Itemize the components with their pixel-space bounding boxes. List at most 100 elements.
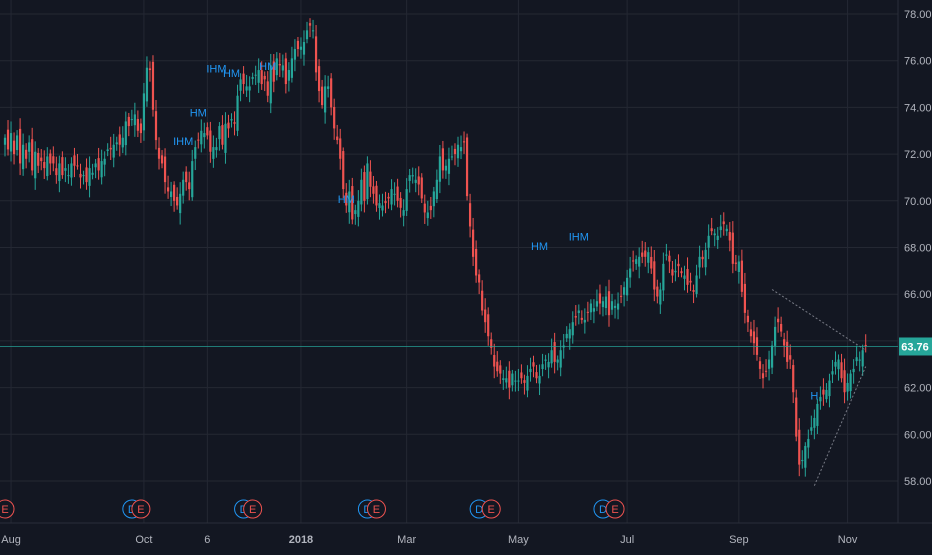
candle bbox=[215, 137, 218, 158]
earnings-marker[interactable]: E bbox=[605, 499, 625, 519]
candlestick-chart[interactable]: IHMHMIHMHMHMHMHMIHMH EDEDEDEDEDE 58.0060… bbox=[0, 0, 932, 550]
candle bbox=[330, 73, 333, 116]
candle bbox=[571, 311, 574, 344]
candle bbox=[686, 257, 689, 293]
candle bbox=[710, 217, 713, 236]
candle bbox=[103, 151, 106, 177]
candle bbox=[505, 366, 508, 389]
svg-text:E: E bbox=[373, 504, 380, 516]
candle bbox=[136, 110, 139, 138]
candle bbox=[864, 334, 867, 353]
candle bbox=[734, 254, 737, 271]
event-markers[interactable]: EDEDEDEDEDE bbox=[0, 499, 625, 519]
candle bbox=[290, 46, 293, 83]
candle bbox=[308, 18, 312, 38]
candle bbox=[61, 151, 64, 179]
candle bbox=[369, 160, 372, 198]
candle bbox=[780, 316, 783, 337]
candle bbox=[139, 118, 142, 143]
candle bbox=[357, 190, 360, 227]
candle bbox=[508, 361, 511, 400]
earnings-marker[interactable]: E bbox=[0, 499, 15, 519]
candle bbox=[170, 181, 173, 207]
candle bbox=[166, 175, 170, 199]
candle bbox=[574, 305, 577, 326]
candle bbox=[556, 355, 559, 371]
candle bbox=[535, 364, 538, 384]
candle bbox=[254, 65, 257, 86]
candle bbox=[390, 179, 393, 211]
y-tick-label: 70.00 bbox=[904, 196, 932, 208]
earnings-marker[interactable]: E bbox=[131, 499, 151, 519]
candle bbox=[592, 299, 595, 324]
trendline-lower bbox=[813, 366, 867, 486]
candle bbox=[653, 250, 656, 302]
candle bbox=[728, 222, 731, 252]
candle bbox=[487, 307, 490, 346]
y-tick-label: 74.00 bbox=[904, 102, 932, 114]
candle bbox=[426, 200, 429, 226]
pattern-labels: IHMHMIHMHMHMHMHMIHMH bbox=[173, 61, 818, 402]
candle bbox=[281, 54, 284, 78]
candle bbox=[770, 340, 774, 375]
candle bbox=[127, 112, 130, 137]
candle bbox=[459, 135, 463, 160]
candle bbox=[490, 332, 493, 355]
y-tick-label: 72.00 bbox=[904, 149, 932, 161]
candle bbox=[616, 292, 620, 320]
candle bbox=[713, 228, 716, 247]
earnings-marker[interactable]: E bbox=[481, 499, 501, 519]
candle bbox=[816, 398, 819, 435]
candle bbox=[224, 112, 227, 164]
candle bbox=[668, 250, 671, 274]
candle bbox=[411, 167, 414, 184]
candle bbox=[577, 304, 580, 325]
candle bbox=[749, 321, 753, 343]
candle bbox=[142, 82, 146, 141]
pattern-label: HM bbox=[531, 241, 548, 253]
candle bbox=[163, 148, 167, 194]
candle bbox=[97, 147, 100, 180]
candle bbox=[496, 351, 499, 377]
x-tick-label: Sep bbox=[729, 534, 749, 546]
candle bbox=[251, 72, 254, 85]
candle bbox=[88, 156, 91, 198]
candle bbox=[6, 120, 10, 156]
candle bbox=[804, 442, 807, 477]
candle bbox=[157, 137, 161, 170]
candle bbox=[550, 338, 553, 368]
x-tick-label: Oct bbox=[135, 534, 152, 546]
earnings-marker[interactable]: E bbox=[366, 499, 386, 519]
candle bbox=[831, 359, 834, 384]
chart-canvas[interactable]: IHMHMIHMHMHMHMHMIHMH EDEDEDEDEDE 58.0060… bbox=[0, 0, 932, 550]
candle bbox=[671, 260, 674, 283]
candle bbox=[378, 194, 381, 220]
candle bbox=[94, 158, 97, 179]
candle bbox=[583, 308, 586, 334]
candle bbox=[795, 389, 798, 442]
candle bbox=[34, 141, 37, 190]
candle bbox=[743, 272, 746, 324]
x-tick-label: Jul bbox=[620, 534, 634, 546]
svg-text:E: E bbox=[488, 504, 495, 516]
pattern-label: IHM bbox=[569, 231, 589, 243]
earnings-marker[interactable]: E bbox=[243, 499, 263, 519]
candle bbox=[752, 319, 756, 355]
candle bbox=[565, 326, 568, 343]
candle bbox=[789, 344, 792, 369]
candle bbox=[67, 164, 70, 184]
candle bbox=[538, 364, 541, 396]
candle bbox=[263, 71, 266, 92]
candle bbox=[665, 243, 668, 261]
y-tick-label: 60.00 bbox=[904, 429, 932, 441]
candle bbox=[846, 373, 849, 401]
candle bbox=[719, 214, 722, 238]
candle bbox=[408, 169, 411, 193]
candle bbox=[659, 282, 662, 314]
svg-text:E: E bbox=[1, 504, 8, 516]
candle bbox=[644, 242, 647, 267]
candle bbox=[438, 144, 441, 194]
candle bbox=[532, 355, 535, 378]
candle bbox=[73, 147, 76, 178]
candle bbox=[414, 168, 417, 193]
